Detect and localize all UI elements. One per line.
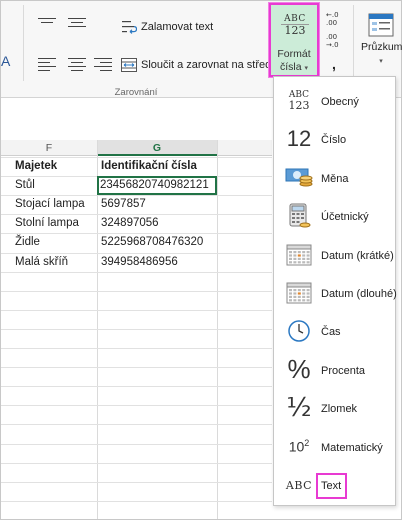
number-format-option-text[interactable]: ABC Text	[274, 467, 395, 505]
number-format-option-scientific[interactable]: 102 Matematický	[274, 429, 395, 467]
wrap-text-icon	[122, 21, 137, 34]
cell-g2[interactable]: 23456820740982121	[97, 176, 217, 196]
increase-decimal-button[interactable]: ←.0 .00	[326, 11, 344, 29]
number-format-option-label: Datum (dlouhé)	[321, 288, 397, 300]
cell-g5[interactable]: 5225968708476320	[99, 233, 215, 252]
cell-f4[interactable]: Stolní lampa	[13, 214, 97, 233]
number-format-option-label: Číslo	[321, 134, 347, 147]
number-format-option-accounting[interactable]: Účetnický	[274, 198, 395, 236]
short-date-icon	[285, 241, 313, 269]
survey-icon	[368, 13, 394, 37]
number-format-label-line1: Formát	[277, 48, 311, 60]
gridline-horizontal	[1, 443, 272, 445]
align-middle-icon[interactable]	[68, 18, 86, 32]
gridline-horizontal	[1, 424, 272, 426]
number-format-option-currency[interactable]: Měna	[274, 160, 395, 198]
alignment-group-label: Zarovnání	[114, 87, 158, 98]
number-format-caret-icon: ▾	[304, 65, 309, 72]
ribbon-separator	[353, 5, 354, 81]
number-format-option-general[interactable]: ABC 123 Obecný	[274, 83, 395, 121]
decrease-decimal-top: .00	[326, 33, 338, 41]
number-format-button[interactable]: ABC 123 Formát čísla ▾	[269, 3, 319, 77]
cell-g6[interactable]: 394958486956	[99, 253, 215, 272]
general-icon: ABC 123	[288, 90, 310, 112]
number-format-option-label: Matematický	[321, 441, 383, 454]
survey-label: Průzkum	[361, 41, 402, 53]
align-right-icon[interactable]	[94, 58, 112, 72]
number-format-option-label: Zlomek	[321, 403, 358, 416]
font-color-cut-icon[interactable]: A	[1, 53, 10, 69]
number-format-option-label: Procenta	[321, 364, 366, 377]
number-format-icon-line2: 123	[281, 24, 309, 37]
gridline-horizontal	[1, 309, 272, 311]
number-format-label: Formát čísla ▾	[271, 48, 317, 75]
cell-f3[interactable]: Stojací lampa	[13, 195, 97, 214]
increase-decimal-bottom: .00	[326, 19, 338, 27]
fraction-icon: ½	[286, 393, 312, 424]
gridline-horizontal	[1, 405, 272, 407]
gridline-horizontal	[1, 290, 272, 292]
number-format-icon-line1: ABC	[284, 14, 306, 24]
number-format-option-short-date[interactable]: Datum (krátké)	[274, 237, 395, 275]
cell-f5[interactable]: Židle	[13, 233, 97, 252]
number-icon: 12	[286, 126, 312, 152]
gridline-horizontal	[1, 348, 272, 349]
gridline-horizontal	[1, 328, 272, 330]
number-format-option-label: Účetnický	[321, 211, 369, 224]
wrap-text-button[interactable]: Zalamovat text	[121, 17, 213, 37]
clock-icon	[285, 317, 313, 345]
gridline-horizontal	[1, 481, 272, 483]
align-top-icon[interactable]	[38, 18, 56, 32]
cell-g3[interactable]: 5697857	[99, 195, 215, 214]
gridline-horizontal	[1, 367, 272, 369]
long-date-icon	[285, 279, 313, 307]
survey-button[interactable]: Průzkum ▾	[361, 9, 402, 73]
scientific-icon: 102	[288, 438, 310, 455]
number-format-dropdown: ABC 123 Obecný 12 Číslo Měna Účetnický Datum (k…	[273, 76, 397, 506]
highlight-box	[316, 473, 347, 499]
number-format-option-label: Datum (krátké)	[321, 249, 394, 262]
number-format-option-fraction[interactable]: ½ Zlomek	[274, 390, 395, 428]
number-format-option-clock[interactable]: Čas	[274, 313, 395, 351]
percent-icon: %	[287, 354, 311, 385]
cell-g4[interactable]: 324897056	[99, 214, 215, 233]
accounting-icon	[285, 202, 313, 230]
decrease-decimal-button[interactable]: .00 →.0	[326, 33, 344, 51]
number-format-icon: ABC 123	[281, 14, 309, 40]
merge-center-button[interactable]: Sloučit a zarovnat na střed ▾	[121, 55, 279, 75]
number-format-label-line2: čísla	[279, 61, 302, 73]
align-center-icon[interactable]	[68, 58, 86, 72]
cell-f6[interactable]: Malá skříň	[13, 253, 97, 272]
cell-g1[interactable]: Identifikační čísla	[99, 157, 215, 176]
currency-icon	[285, 164, 313, 192]
number-format-option-label: Čas	[321, 326, 341, 339]
text-icon: ABC	[285, 478, 313, 492]
merge-center-icon	[121, 58, 137, 72]
cell-f1[interactable]: Majetek	[13, 157, 97, 176]
cell-f2[interactable]: Stůl	[13, 176, 97, 195]
decrease-decimal-bottom: →.0	[326, 41, 339, 49]
number-format-option-label: Měna	[321, 172, 349, 185]
column-header-f[interactable]: F	[1, 140, 97, 156]
worksheet: F G Majetek Identifikační čísla Stůl 234568…	[1, 98, 272, 519]
gridline-horizontal	[1, 271, 272, 273]
gridline-horizontal	[1, 386, 272, 388]
gridline-horizontal	[1, 500, 272, 502]
survey-caret-icon: ▾	[379, 58, 383, 65]
column-header-h[interactable]	[217, 140, 272, 156]
number-format-option-percent[interactable]: % Procenta	[274, 352, 395, 390]
number-format-option-label: Obecný	[321, 96, 359, 108]
increase-decimal-top: ←.0	[326, 11, 339, 19]
ribbon-separator	[23, 5, 24, 81]
comma-style-button[interactable]: ,	[332, 56, 336, 72]
merge-center-label: Sloučit a zarovnat na střed	[141, 59, 272, 71]
wrap-text-label: Zalamovat text	[141, 21, 214, 33]
number-format-option-long-date[interactable]: Datum (dlouhé)	[274, 275, 397, 313]
gridline-horizontal	[1, 462, 272, 464]
column-header-g[interactable]: G	[97, 140, 217, 156]
align-left-icon[interactable]	[38, 58, 56, 72]
number-format-option-number[interactable]: 12 Číslo	[274, 121, 395, 159]
